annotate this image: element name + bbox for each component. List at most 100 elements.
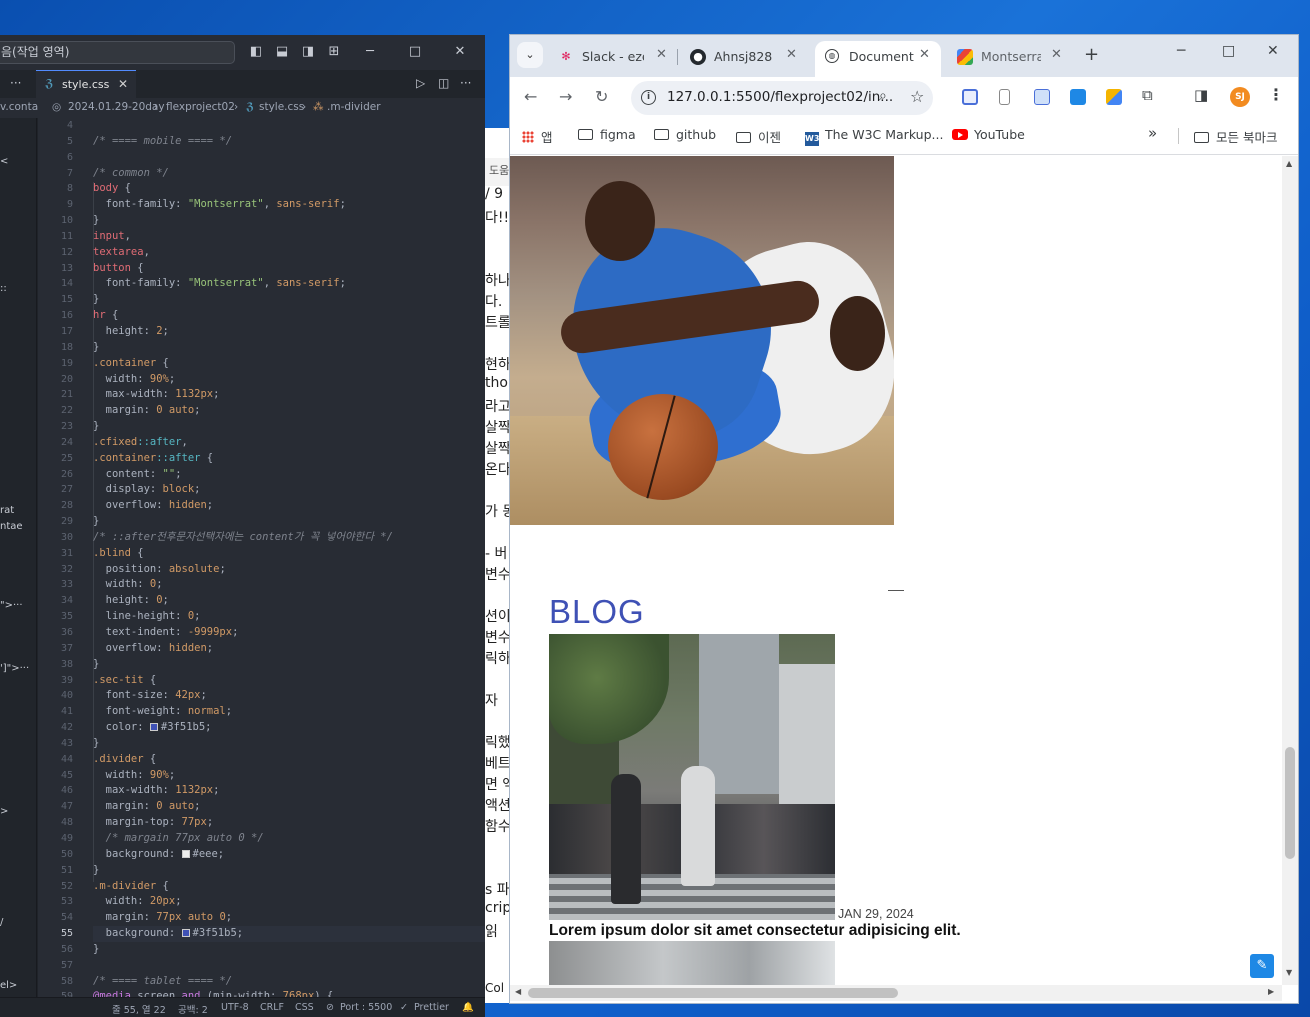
language-mode[interactable]: CSS [295,1002,314,1013]
color-swatch-icon[interactable] [181,929,190,938]
code-line[interactable]: .m-divider { [93,879,483,895]
scroll-up-arrow-icon[interactable]: ▲ [1286,159,1292,168]
all-bookmarks-folder[interactable]: 모든 북마크 [1194,127,1277,146]
tab-github[interactable]: ● Ahnsj828 ✕ [680,41,808,71]
breadcrumb-file[interactable]: style.css [259,101,304,113]
next-post-photo[interactable] [549,941,835,985]
code-line[interactable]: .cfixed::after, [93,435,483,451]
toggle-panel-icon[interactable]: ⬓ [274,44,290,60]
run-icon[interactable]: ▷ [416,76,425,90]
extension-responsive-icon[interactable] [1034,89,1050,105]
tab-search-chevron-icon[interactable]: ⌄ [517,42,543,68]
code-line[interactable]: height: 2; [93,324,483,340]
code-line[interactable]: } [93,657,483,673]
code-line[interactable]: font-size: 42px; [93,688,483,704]
code-line[interactable]: margin: 77px auto 0; [93,910,483,926]
code-line[interactable]: body { [93,181,483,197]
scroll-down-arrow-icon[interactable]: ▼ [1286,968,1292,977]
code-line[interactable]: display: block; [93,482,483,498]
code-line[interactable]: font-weight: normal; [93,704,483,720]
code-line[interactable]: textarea, [93,245,483,261]
code-line[interactable]: width: 20px; [93,894,483,910]
code-line[interactable]: margin: 0 auto; [93,799,483,815]
bookmark-apps[interactable]: 앱 [522,127,553,146]
code-line[interactable]: .sec-tit { [93,673,483,689]
code-line[interactable]: } [93,863,483,879]
reload-icon[interactable]: ↻ [595,87,608,106]
color-picker-extension-icon[interactable] [1070,89,1086,105]
code-line[interactable]: text-indent: -9999px; [93,625,483,641]
explorer-more-icon[interactable]: ··· [10,76,21,90]
vertical-scrollbar[interactable]: ▲ ▼ [1282,156,1298,985]
bookmark-w3c[interactable]: W3 The W3C Markup... [805,127,943,146]
code-line[interactable]: position: absolute; [93,562,483,578]
line-ending[interactable]: CRLF [260,1002,284,1013]
page-viewport[interactable]: BLOG JAN 29, 2024 Lorem ipsum dolor sit … [510,156,1282,985]
tab-style-css[interactable]: ℨ style.css ✕ [36,70,136,98]
code-line[interactable]: } [93,340,483,356]
tab-document[interactable]: ◍ Document ✕ [815,41,941,77]
maximize-icon[interactable]: □ [1222,43,1235,59]
code-line[interactable]: line-height: 0; [93,609,483,625]
code-line[interactable]: /* ==== mobile ==== */ [93,134,483,150]
chrome-menu-icon[interactable]: ⋮ [1268,85,1284,104]
code-line[interactable]: background: #eee; [93,847,483,863]
close-tab-icon[interactable]: ✕ [656,47,667,62]
site-info-icon[interactable]: i [641,90,656,105]
tab-montserrat[interactable]: Montserrat ✕ [947,41,1075,71]
side-panel-icon[interactable]: ◨ [1194,86,1208,104]
toggle-secondary-sidebar-icon[interactable]: ◨ [300,44,316,60]
color-picker-floating-icon[interactable]: ✎ [1250,954,1274,978]
forward-arrow-icon[interactable]: → [559,87,572,106]
code-line[interactable]: } [93,292,483,308]
code-line[interactable]: } [93,514,483,530]
code-line[interactable]: } [93,213,483,229]
code-line[interactable]: .divider { [93,752,483,768]
scrollbar-thumb[interactable] [528,988,898,998]
code-line[interactable]: } [93,736,483,752]
toggle-primary-sidebar-icon[interactable]: ◧ [248,44,264,60]
address-bar[interactable]: i 127.0.0.1:5500/flexproject02/in... ⌕ [631,81,933,115]
code-line[interactable] [93,150,483,166]
live-server-port[interactable]: Port : 5500 [340,1002,392,1013]
code-line[interactable]: font-family: "Montserrat", sans-serif; [93,197,483,213]
url-text[interactable]: 127.0.0.1:5500/flexproject02/in... [667,89,893,105]
code-editor[interactable]: 4 5 6 7 8 9 10 11 12 13 14 15 16 17 18 19 20 21 22 23 24 25 26… [38,118,485,998]
bookmark-folder-github[interactable]: github [654,127,716,142]
code-line[interactable]: content: ""; [93,467,483,483]
new-tab-icon[interactable]: + [1084,44,1099,65]
close-icon[interactable]: ✕ [1267,43,1279,59]
extension-image-icon[interactable] [1106,89,1122,105]
scroll-right-arrow-icon[interactable]: ▶ [1268,987,1274,996]
code-line[interactable]: margin: 0 auto; [93,403,483,419]
code-line[interactable]: .container::after { [93,451,483,467]
split-editor-icon[interactable]: ◫ [438,76,449,90]
breadcrumb-folder[interactable]: flexproject02 [166,101,235,113]
blog-post-photo[interactable] [549,634,835,920]
code-line[interactable]: /* ==== tablet ==== */ [93,974,483,990]
minimize-icon[interactable]: ─ [362,44,378,60]
close-tab-icon[interactable]: ✕ [1051,47,1062,62]
code-line[interactable]: } [93,419,483,435]
maximize-icon[interactable]: □ [407,44,423,60]
close-tab-icon[interactable]: ✕ [786,47,797,62]
cursor-position[interactable]: 줄 55, 열 22 [112,1002,166,1016]
scrollbar-thumb[interactable] [1285,747,1295,859]
notifications-icon[interactable]: 🔔 [462,1002,474,1013]
extensions-puzzle-icon[interactable]: ⧉ [1142,86,1153,104]
bookmark-folder-ezen[interactable]: 이젠 [736,127,781,146]
code-content[interactable]: /* ==== mobile ==== */ /* common */ body {… [93,118,485,998]
code-line[interactable]: width: 90%; [93,768,483,784]
code-line[interactable]: background: #3f51b5; [93,926,485,942]
close-tab-icon[interactable]: ✕ [919,47,930,62]
minimize-icon[interactable]: ─ [1177,43,1185,59]
close-tab-icon[interactable]: ✕ [118,77,128,91]
encoding[interactable]: UTF-8 [221,1002,249,1013]
back-arrow-icon[interactable]: ← [524,87,537,106]
tab-slack[interactable]: ✻ Slack - ezen ✕ [548,41,676,71]
zoom-icon[interactable]: ⌕ [879,88,887,104]
code-line[interactable]: hr { [93,308,483,324]
code-line[interactable]: max-width: 1132px; [93,387,483,403]
code-line[interactable]: overflow: hidden; [93,641,483,657]
explorer-sidebar-clip[interactable]: <:: rat ntae ">··· ']">··· > / el> [0,118,37,998]
